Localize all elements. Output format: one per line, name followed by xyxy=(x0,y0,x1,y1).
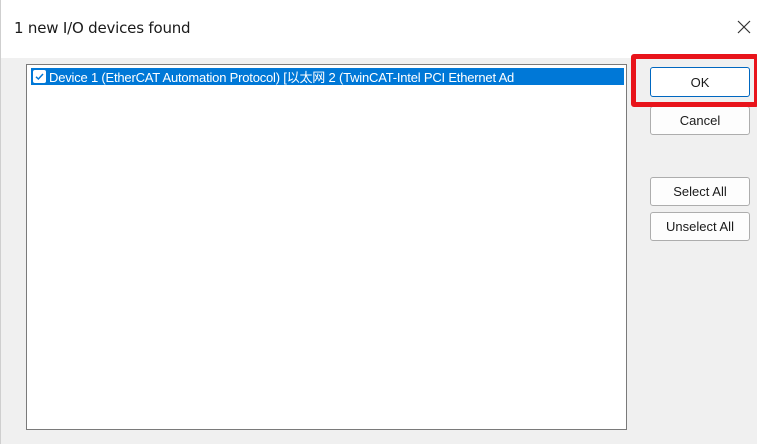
io-devices-dialog: 1 new I/O devices found Device 1 (EtherC… xyxy=(0,0,757,444)
close-icon[interactable] xyxy=(731,14,757,40)
device-label: Device 1 (EtherCAT Automation Protocol) … xyxy=(49,70,515,85)
dialog-title: 1 new I/O devices found xyxy=(14,19,191,37)
unselect-all-button[interactable]: Unselect All xyxy=(650,212,750,241)
select-all-button[interactable]: Select All xyxy=(650,177,750,206)
device-list[interactable]: Device 1 (EtherCAT Automation Protocol) … xyxy=(26,64,627,430)
ok-button[interactable]: OK xyxy=(650,67,750,97)
checkbox-checked-icon[interactable] xyxy=(33,70,46,83)
title-bar: 1 new I/O devices found xyxy=(1,0,757,58)
list-item-device-1[interactable]: Device 1 (EtherCAT Automation Protocol) … xyxy=(31,68,624,85)
cancel-button[interactable]: Cancel xyxy=(650,106,750,135)
